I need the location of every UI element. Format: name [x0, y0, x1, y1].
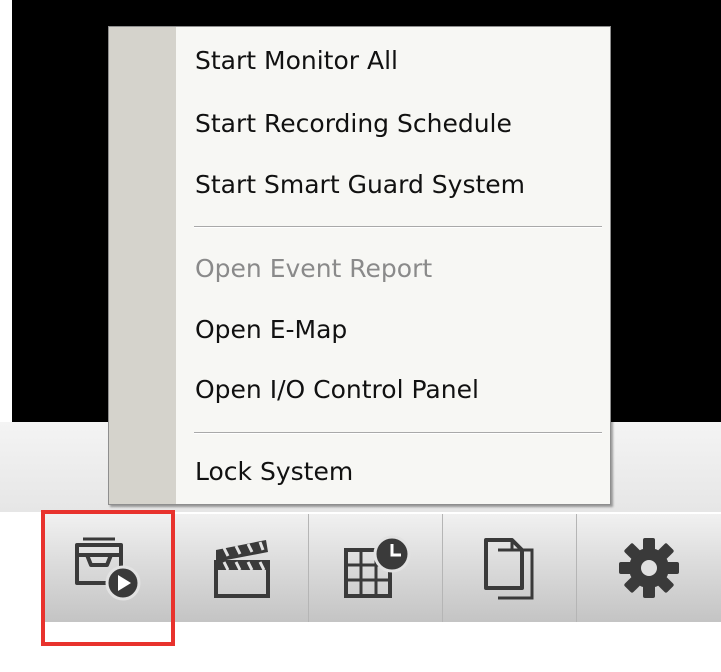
menu-item-open-e-map[interactable]: Open E-Map [195, 310, 595, 350]
start-monitor-icon [75, 537, 141, 601]
menu-item-lock-system[interactable]: Lock System [195, 452, 595, 492]
schedule-button[interactable] [309, 514, 443, 622]
documents-icon [483, 538, 533, 600]
recording-button[interactable] [175, 514, 309, 622]
settings-button[interactable] [577, 514, 721, 622]
schedule-grid-clock-icon [343, 535, 410, 598]
main-toolbar [44, 514, 721, 622]
start-monitor-button[interactable] [44, 514, 175, 622]
menu-icon-gutter [109, 27, 176, 504]
menu-item-open-event-report[interactable]: Open Event Report [195, 249, 595, 289]
status-area [0, 631, 721, 672]
context-menu: Start Monitor All Start Recording Schedu… [108, 26, 611, 505]
menu-item-start-monitor-all[interactable]: Start Monitor All [195, 41, 595, 81]
clapperboard-icon [213, 540, 270, 598]
documents-button[interactable] [443, 514, 577, 622]
menu-separator [194, 226, 602, 228]
menu-separator [194, 432, 602, 434]
menu-item-start-smart-guard-system[interactable]: Start Smart Guard System [195, 165, 595, 205]
gear-icon [619, 538, 679, 598]
menu-item-start-recording-schedule[interactable]: Start Recording Schedule [195, 104, 595, 144]
app-window: Start Monitor All Start Recording Schedu… [0, 0, 721, 672]
menu-item-open-io-control-panel[interactable]: Open I/O Control Panel [195, 370, 595, 410]
